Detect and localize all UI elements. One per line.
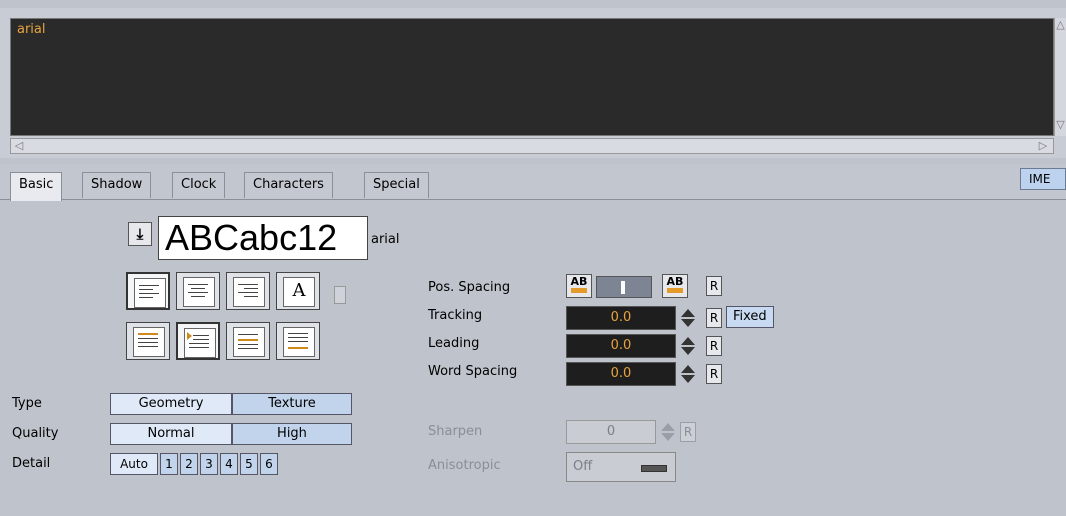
tracking-label: Tracking <box>428 308 483 323</box>
scroll-right-icon[interactable]: ▷ <box>1037 139 1049 153</box>
pos-spacing-ab-button-left[interactable]: AB <box>566 274 592 298</box>
scroll-down-icon[interactable]: ▽ <box>1055 118 1066 132</box>
preview-font-name: arial <box>371 232 400 247</box>
tab-shadow[interactable]: Shadow <box>82 172 152 198</box>
align-center-icon <box>183 277 215 307</box>
tab-special[interactable]: Special <box>364 172 429 198</box>
font-style-button[interactable]: A <box>276 272 320 310</box>
detail-1-button[interactable]: 1 <box>160 453 178 475</box>
scroll-up-icon[interactable]: △ <box>1055 18 1066 32</box>
leading-spinner[interactable] <box>678 334 698 358</box>
valign-baseline-button[interactable] <box>176 322 220 360</box>
sharpen-label: Sharpen <box>428 424 483 439</box>
detail-5-button[interactable]: 5 <box>240 453 258 475</box>
pos-spacing-cursor-button[interactable] <box>596 276 652 298</box>
anisotropic-label: Anisotropic <box>428 458 501 473</box>
valign-baseline-icon <box>184 328 216 358</box>
pos-spacing-label: Pos. Spacing <box>428 280 511 295</box>
valign-top-icon <box>133 327 165 357</box>
quality-high-button[interactable]: High <box>232 423 352 445</box>
anisotropic-dropdown[interactable]: Off <box>566 452 676 482</box>
word-spacing-spinner[interactable] <box>678 362 698 386</box>
tab-clock[interactable]: Clock <box>172 172 226 198</box>
pos-spacing-reset-button[interactable]: R <box>706 276 722 296</box>
leading-field[interactable]: 0.0 <box>566 334 676 358</box>
align-left-button[interactable] <box>126 272 170 310</box>
word-spacing-label: Word Spacing <box>428 364 518 379</box>
tab-basic[interactable]: Basic <box>10 172 63 201</box>
valign-bottom-icon <box>283 327 315 357</box>
valign-top-button[interactable] <box>126 322 170 360</box>
word-spacing-reset-button[interactable]: R <box>706 364 722 384</box>
tab-characters[interactable]: Characters <box>244 172 333 198</box>
type-label: Type <box>12 396 42 411</box>
scroll-left-icon[interactable]: ◁ <box>13 139 25 153</box>
pos-spacing-ab-button-right[interactable]: AB <box>662 274 688 298</box>
leading-label: Leading <box>428 336 480 351</box>
sharpen-reset-button[interactable]: R <box>680 422 696 442</box>
align-right-button[interactable] <box>226 272 270 310</box>
font-letter-icon: A <box>283 277 315 307</box>
text-cursor-icon <box>621 281 625 294</box>
word-spacing-field[interactable]: 0.0 <box>566 362 676 386</box>
detail-4-button[interactable]: 4 <box>220 453 238 475</box>
valign-middle-button[interactable] <box>226 322 270 360</box>
align-right-icon <box>233 277 265 307</box>
editor-vertical-scrollbar[interactable]: △ ▽ <box>1054 18 1066 136</box>
tracking-reset-button[interactable]: R <box>706 308 722 328</box>
detail-3-button[interactable]: 3 <box>200 453 218 475</box>
color-swatch[interactable] <box>334 286 346 304</box>
quality-normal-button[interactable]: Normal <box>110 423 232 445</box>
sharpen-spinner[interactable] <box>658 420 678 444</box>
detail-label: Detail <box>12 456 51 471</box>
tab-bar <box>0 164 1066 200</box>
detail-6-button[interactable]: 6 <box>260 453 278 475</box>
quality-label: Quality <box>12 426 59 441</box>
tracking-fixed-button[interactable]: Fixed <box>726 306 774 328</box>
leading-reset-button[interactable]: R <box>706 336 722 356</box>
font-download-icon[interactable]: ⤓ <box>128 222 152 246</box>
align-left-icon <box>134 278 166 308</box>
ab-left-text: AB <box>570 275 588 288</box>
detail-2-button[interactable]: 2 <box>180 453 198 475</box>
type-texture-button[interactable]: Texture <box>232 393 352 415</box>
dropdown-icon <box>641 465 667 472</box>
tracking-field[interactable]: 0.0 <box>566 306 676 330</box>
valign-middle-icon <box>233 327 265 357</box>
text-editor[interactable]: arial <box>10 18 1054 136</box>
anisotropic-value: Off <box>573 459 593 474</box>
tracking-spinner[interactable] <box>678 306 698 330</box>
align-center-button[interactable] <box>176 272 220 310</box>
sharpen-field[interactable]: 0 <box>566 420 656 444</box>
valign-bottom-button[interactable] <box>276 322 320 360</box>
editor-horizontal-scrollbar[interactable]: ◁ ▷ <box>10 138 1054 154</box>
ime-button[interactable]: IME <box>1020 168 1066 190</box>
font-preview[interactable]: ABCabc12 <box>158 216 368 260</box>
type-geometry-button[interactable]: Geometry <box>110 393 232 415</box>
ab-right-text: AB <box>666 275 684 288</box>
detail-auto-button[interactable]: Auto <box>110 453 158 475</box>
